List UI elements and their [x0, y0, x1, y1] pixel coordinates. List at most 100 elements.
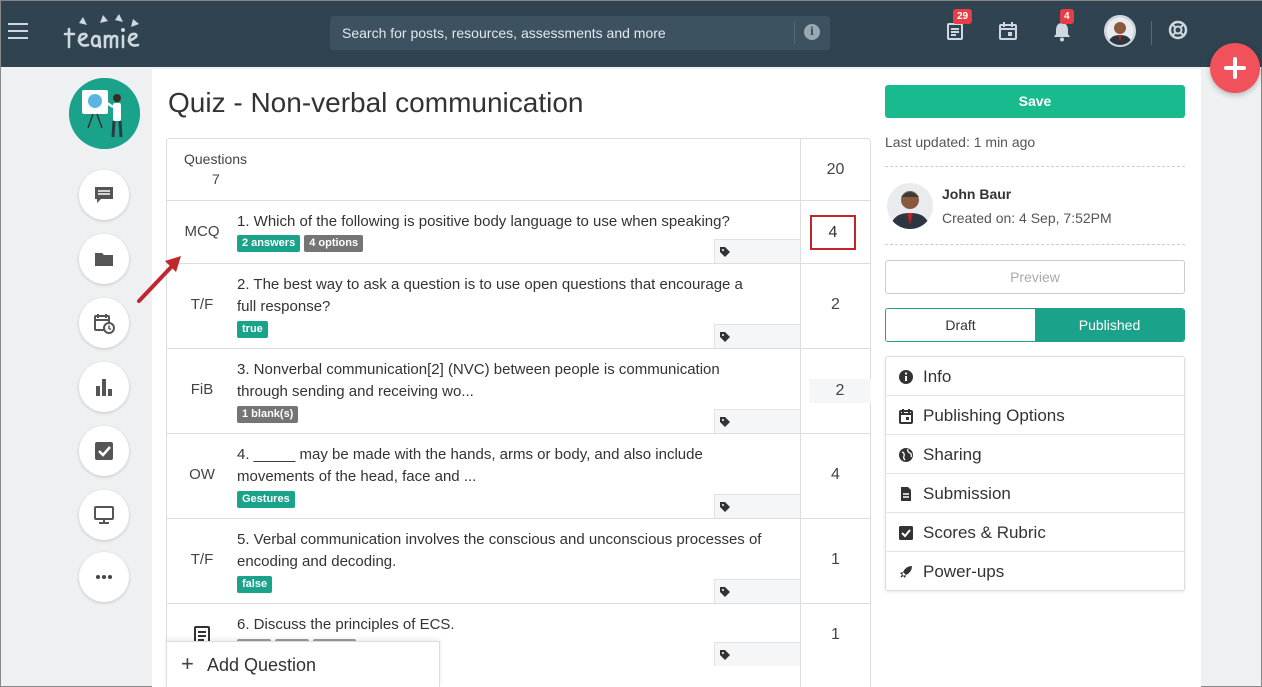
question-tag-field[interactable]	[714, 642, 800, 666]
question-text-line1: 2. The best way to ask a question is to …	[237, 276, 743, 293]
monitor-icon	[94, 506, 114, 524]
newsfeed-icon[interactable]: 29	[943, 9, 973, 48]
question-tag-field[interactable]	[714, 579, 800, 603]
divider	[1151, 21, 1152, 45]
table-row[interactable]: FiB 3. Nonverbal communication[2] (NVC) …	[167, 349, 871, 434]
divider	[885, 166, 1185, 167]
create-new-fab-button[interactable]	[1210, 43, 1260, 93]
question-type: MCQ	[184, 223, 220, 240]
question-marks[interactable]: 4	[810, 215, 856, 250]
question-type: T/F	[190, 551, 214, 568]
draft-toggle-option[interactable]: Draft	[886, 309, 1035, 341]
total-marks: 20	[826, 161, 845, 178]
published-toggle-option[interactable]: Published	[1035, 309, 1184, 341]
preview-button[interactable]: Preview	[885, 260, 1185, 294]
menu-item-sharing[interactable]: Sharing	[886, 435, 1184, 474]
question-marks[interactable]: 1	[801, 626, 870, 644]
more-icon	[96, 575, 112, 579]
tag-icon	[720, 650, 730, 660]
search-bar[interactable]: Search for posts, resources, assessments…	[330, 16, 830, 50]
rocket-icon	[900, 566, 912, 578]
more-rail-button[interactable]	[79, 552, 129, 602]
table-row[interactable]: OW 4. _____ may be made with the hands, …	[167, 434, 870, 519]
question-tag-field[interactable]	[714, 409, 800, 433]
question-marks[interactable]: 4	[801, 466, 870, 484]
question-text: 6. Discuss the principles of ECS.	[237, 616, 455, 633]
answer-tag: true	[237, 321, 268, 338]
help-lifebuoy-icon[interactable]	[1166, 18, 1196, 48]
question-text-line2: encoding and decoding.	[237, 553, 397, 570]
checkbox-icon	[899, 526, 913, 540]
question-text-line1: 3. Nonverbal communication[2] (NVC) betw…	[237, 361, 720, 378]
course-image[interactable]	[69, 78, 140, 149]
classroom-rail-button[interactable]	[79, 490, 129, 540]
question-tag-field[interactable]	[714, 494, 800, 518]
plus-icon: +	[181, 651, 194, 676]
question-tag-field[interactable]	[714, 324, 800, 348]
table-row[interactable]: MCQ 1. Which of the following is positiv…	[167, 201, 870, 264]
question-text-line2: full response?	[237, 298, 331, 315]
teamie-logo[interactable]	[63, 11, 158, 53]
add-question-button[interactable]: + Add Question	[166, 641, 440, 687]
question-marks[interactable]: 2	[801, 296, 870, 314]
answers-tag: 2 answers	[237, 235, 301, 252]
answer-tag: false	[237, 576, 273, 593]
question-text-line2: movements of the head, face and ...	[237, 468, 477, 485]
question-type: OW	[189, 466, 215, 483]
options-tag: 4 options	[304, 235, 364, 252]
table-row[interactable]: T/F 5. Verbal communication involves the…	[167, 519, 870, 604]
menu-item-label: Scores & Rubric	[923, 523, 1046, 542]
author-avatar[interactable]	[887, 183, 933, 229]
schedule-rail-button[interactable]	[79, 298, 129, 348]
page-title: Quiz - Non-verbal communication	[168, 87, 584, 118]
table-row[interactable]: T/F 2. The best way to ask a question is…	[167, 264, 870, 349]
publish-status-toggle: Draft Published	[885, 308, 1185, 342]
questions-count: 7	[212, 171, 220, 187]
posts-rail-button[interactable]	[79, 170, 129, 220]
top-navigation-bar: Search for posts, resources, assessments…	[1, 1, 1262, 67]
info-icon	[899, 370, 913, 384]
calendar-icon[interactable]	[996, 18, 1026, 48]
bar-chart-icon	[96, 379, 112, 396]
annotation-arrow-icon	[137, 256, 181, 303]
menu-item-label: Publishing Options	[923, 406, 1065, 425]
folder-icon	[95, 253, 113, 266]
menu-item-label: Info	[923, 367, 952, 386]
menu-item-label: Sharing	[923, 445, 982, 464]
hamburger-menu-icon[interactable]	[8, 23, 28, 39]
document-icon	[901, 487, 911, 501]
user-avatar[interactable]	[1104, 15, 1136, 47]
question-tag-field[interactable]	[714, 239, 800, 263]
question-text: 1. Which of the following is positive bo…	[237, 213, 730, 230]
question-text-line1: 4. _____ may be made with the hands, arm…	[237, 446, 703, 463]
resources-rail-button[interactable]	[79, 234, 129, 284]
questions-label: Questions	[184, 151, 248, 167]
globe-icon	[899, 448, 913, 462]
questions-header: Questions 7	[167, 139, 870, 201]
divider	[885, 244, 1185, 245]
questions-table: Questions 7 20 MCQ 1. Which of the follo…	[166, 138, 871, 687]
menu-item-info[interactable]: Info	[886, 357, 1184, 396]
created-on-text: Created on: 4 Sep, 7:52PM	[942, 210, 1112, 226]
tag-icon	[720, 247, 730, 257]
bell-icon[interactable]: 4	[1050, 9, 1080, 48]
info-icon[interactable]: i	[804, 24, 820, 40]
tag-icon	[720, 332, 730, 342]
menu-item-submission[interactable]: Submission	[886, 474, 1184, 513]
save-button[interactable]: Save	[885, 85, 1185, 118]
menu-item-power-ups[interactable]: Power-ups	[886, 552, 1184, 591]
tag-icon	[720, 587, 730, 597]
analytics-rail-button[interactable]	[79, 362, 129, 412]
menu-item-scores-rubric[interactable]: Scores & Rubric	[886, 513, 1184, 552]
question-text-line1: 5. Verbal communication involves the con…	[237, 531, 762, 548]
tasks-rail-button[interactable]	[79, 426, 129, 476]
author-name[interactable]: John Baur	[942, 186, 1011, 202]
menu-item-label: Submission	[923, 484, 1011, 503]
settings-menu: Info Publishing Options Sharing Submissi…	[885, 356, 1185, 591]
tag-icon	[720, 502, 730, 512]
question-marks[interactable]: 1	[801, 551, 870, 569]
question-type: FiB	[190, 381, 214, 398]
menu-item-publishing-options[interactable]: Publishing Options	[886, 396, 1184, 435]
question-marks[interactable]: 2	[809, 379, 871, 403]
menu-item-label: Power-ups	[923, 562, 1005, 581]
